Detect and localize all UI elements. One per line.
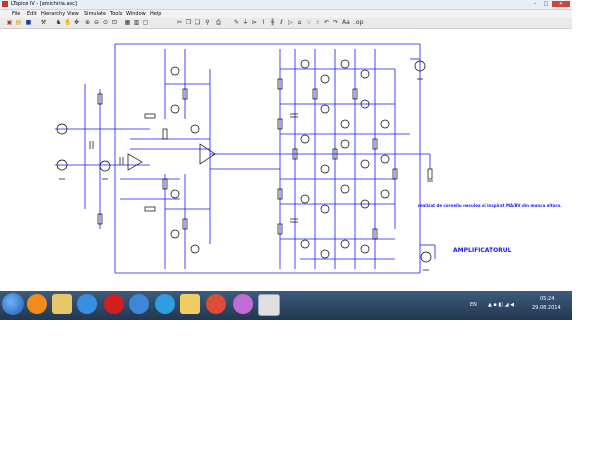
app-icon <box>2 1 8 7</box>
drag-icon[interactable]: ☝ <box>314 19 321 26</box>
screen: LTspice IV - [amichiria.asc] – □ × File … <box>0 0 572 320</box>
menu-hierarchy[interactable]: Hierarchy <box>41 10 65 18</box>
tile-icon[interactable]: ▦ <box>124 19 131 26</box>
halt-icon[interactable]: ✋ <box>64 19 71 26</box>
resistor-icon[interactable]: ⌇ <box>260 19 267 26</box>
component-icon[interactable]: ⌂ <box>296 19 303 26</box>
find-icon[interactable]: ⚲ <box>204 19 211 26</box>
title-bar: LTspice IV - [amichiria.asc] – □ × <box>0 0 572 10</box>
zoom-area-icon[interactable]: ⊡ <box>111 19 118 26</box>
zoom-fit-icon[interactable]: ⊙ <box>102 19 109 26</box>
menu-view[interactable]: View <box>67 10 79 18</box>
copy-icon[interactable]: ❐ <box>185 19 192 26</box>
text-icon[interactable]: Aa <box>342 19 350 26</box>
wire-icon[interactable]: ✎ <box>233 19 240 26</box>
power-icon[interactable] <box>77 294 97 314</box>
cascade-icon[interactable]: ▥ <box>133 19 140 26</box>
photos-icon[interactable] <box>233 294 253 314</box>
design-note: realizat de corneliu neculea si inspirat… <box>418 203 562 208</box>
open-icon[interactable]: ▤ <box>15 19 22 26</box>
undo-icon[interactable]: ↶ <box>323 19 330 26</box>
new-schematic-icon[interactable]: ▣ <box>6 19 13 26</box>
opera-icon[interactable] <box>104 294 124 314</box>
media-player-icon[interactable] <box>27 294 47 314</box>
menu-window[interactable]: Window <box>126 10 146 18</box>
move-icon[interactable]: ☜ <box>305 19 312 26</box>
save-icon[interactable]: ■ <box>25 19 32 26</box>
menu-help[interactable]: Help <box>150 10 161 18</box>
close-doc-icon[interactable]: ▢ <box>142 19 149 26</box>
taskbar: EN ▲ ▪ ◧ ◢ ◀ 05:24 29.08.2014 <box>0 291 572 320</box>
ie-icon[interactable] <box>129 294 149 314</box>
ltspice-taskbar-icon[interactable] <box>258 294 280 316</box>
explorer-icon[interactable] <box>52 294 72 314</box>
folder-icon[interactable] <box>180 294 200 314</box>
schematic-canvas[interactable]: realizat de corneliu neculea si inspirat… <box>0 29 572 291</box>
window-title: LTspice IV - [amichiria.asc] <box>11 1 77 7</box>
language-indicator[interactable]: EN <box>470 300 477 310</box>
close-button[interactable]: × <box>552 1 570 7</box>
spice-directive-icon[interactable]: .op <box>354 19 363 26</box>
diode-icon[interactable]: ▷ <box>287 19 294 26</box>
zoom-in-icon[interactable]: ⊕ <box>84 19 91 26</box>
schematic-heading: AMPLIFICATORUL <box>453 247 512 254</box>
run-icon[interactable]: ♞ <box>55 19 62 26</box>
redo-icon[interactable]: ↷ <box>332 19 339 26</box>
ground-icon[interactable]: ⏚ <box>242 19 249 26</box>
paste-icon[interactable]: ❏ <box>194 19 201 26</box>
minimize-button[interactable]: – <box>530 1 540 7</box>
menu-tools[interactable]: Tools <box>110 10 122 18</box>
menu-file[interactable]: File <box>12 10 20 18</box>
print-icon[interactable]: ⎙ <box>215 19 222 26</box>
start-button[interactable] <box>2 293 24 315</box>
clock-date[interactable]: 29.08.2014 <box>532 303 561 313</box>
capacitor-icon[interactable]: ╫ <box>269 19 276 26</box>
skype-icon[interactable] <box>155 294 175 314</box>
menu-bar: File Edit Hierarchy View Simulate Tools … <box>0 10 572 18</box>
label-icon[interactable]: ⊳ <box>251 19 258 26</box>
chrome-icon[interactable] <box>206 294 226 314</box>
control-panel-icon[interactable]: ⚒ <box>40 19 47 26</box>
inductor-icon[interactable]: ℓ <box>278 19 285 26</box>
maximize-button[interactable]: □ <box>541 1 551 7</box>
zoom-out-icon[interactable]: ⊖ <box>93 19 100 26</box>
menu-edit[interactable]: Edit <box>27 10 37 18</box>
cut-icon[interactable]: ✂ <box>176 19 183 26</box>
pan-icon[interactable]: ✥ <box>73 19 80 26</box>
tray-icons[interactable]: ▲ ▪ ◧ ◢ ◀ <box>488 300 514 310</box>
menu-simulate[interactable]: Simulate <box>84 10 106 18</box>
toolbar: ▣ ▤ ■ ⚒ ♞ ✋ ✥ ⊕ ⊖ ⊙ ⊡ ▦ ▥ ▢ ✂ ❐ ❏ ⚲ ⎙ ✎ … <box>0 18 572 29</box>
